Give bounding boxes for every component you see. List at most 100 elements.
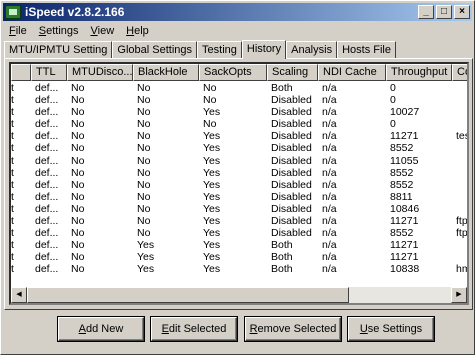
table-cell: No <box>137 166 151 179</box>
table-row[interactable]: t def... No No Yes Disabled n/a 11055 <box>11 154 467 167</box>
scroll-left-arrow-icon[interactable]: ◀ <box>11 287 27 303</box>
menu-settings[interactable]: Settings <box>33 25 85 37</box>
table-row[interactable]: t def... No No Yes Disabled n/a 8552 ftp.m <box>11 227 467 240</box>
close-button[interactable]: × <box>454 5 470 19</box>
table-cell: t <box>11 190 14 203</box>
tab-global-settings[interactable]: Global Settings <box>112 41 198 58</box>
table-cell: Yes <box>203 154 221 167</box>
table-row[interactable]: t def... No No No Disabled n/a 0 <box>11 118 467 131</box>
table-cell: def... <box>35 142 59 155</box>
scroll-thumb[interactable] <box>27 287 349 303</box>
table-cell: t <box>11 82 14 94</box>
edit-selected-label: dit Selected <box>168 323 227 335</box>
horizontal-scrollbar[interactable]: ◀ ▶ <box>11 287 467 303</box>
menu-bar: File Settings View Help <box>3 22 472 39</box>
menu-help[interactable]: Help <box>120 25 155 37</box>
column-header-7[interactable]: Throughput <box>386 64 452 81</box>
table-cell: Disabled <box>271 154 312 167</box>
menu-view[interactable]: View <box>85 25 121 37</box>
table-cell: t <box>11 263 14 276</box>
table-cell: n/a <box>322 154 337 167</box>
table-cell: No <box>71 82 85 94</box>
table-cell: 10838 <box>390 263 420 276</box>
minimize-button[interactable]: _ <box>418 5 434 19</box>
tab-mtu-ipmtu-setting[interactable]: MTU/IPMTU Setting <box>4 41 113 58</box>
table-cell: 11271 <box>390 130 419 143</box>
table-cell: t <box>11 251 14 264</box>
history-list[interactable]: TTL MTUDisco... BlackHole SackOpts Scaling ND… <box>9 62 469 305</box>
table-cell: t <box>11 215 14 228</box>
table-cell: t <box>11 239 14 252</box>
tab-hosts-file[interactable]: Hosts File <box>337 41 396 58</box>
table-cell: def... <box>35 215 59 228</box>
table-cell <box>452 106 467 118</box>
table-cell: Yes <box>203 190 221 203</box>
table-cell: Both <box>271 263 293 276</box>
table-row[interactable]: t def... No No No Both n/a 0 <box>11 82 467 94</box>
scroll-right-arrow-icon[interactable]: ▶ <box>451 287 467 303</box>
table-row[interactable]: t def... No Yes Yes Both n/a 11271 <box>11 239 467 252</box>
column-header-3[interactable]: BlackHole <box>133 64 199 81</box>
table-cell: 8811 <box>390 190 413 203</box>
column-header-4[interactable]: SackOpts <box>199 64 267 81</box>
edit-selected-button[interactable]: Edit Selected <box>151 317 237 341</box>
table-row[interactable]: t def... No No Yes Disabled n/a 11271 testir <box>11 130 469 143</box>
use-settings-button[interactable]: Use Settings <box>348 317 434 341</box>
menu-file-label: ile <box>15 24 27 37</box>
column-header-8[interactable]: Comm <box>452 64 467 81</box>
menu-file[interactable]: File <box>3 25 33 37</box>
table-cell: Yes <box>203 178 221 191</box>
table-cell: Both <box>271 239 293 252</box>
table-cell <box>452 142 467 154</box>
table-cell: No <box>137 130 151 143</box>
title-bar[interactable]: iSpeed v2.8.2.166 _ □ × <box>3 3 472 21</box>
maximize-button[interactable]: □ <box>436 5 452 19</box>
table-cell: Disabled <box>271 106 312 119</box>
table-cell: def... <box>35 251 59 264</box>
menu-settings-mnemonic: S <box>38 24 47 37</box>
table-cell: Yes <box>203 263 221 276</box>
table-cell: No <box>71 154 85 167</box>
scroll-track[interactable] <box>27 287 451 303</box>
table-row[interactable]: t def... No No Yes Disabled n/a 8552 <box>11 142 467 155</box>
column-header-5[interactable]: Scaling <box>267 64 318 81</box>
table-row[interactable]: t def... No No Yes Disabled n/a 8552 <box>11 178 467 191</box>
table-row[interactable]: t def... No Yes Yes Both n/a 11271 <box>11 251 467 264</box>
table-row[interactable]: t def... No No Yes Disabled n/a 11271 ftp.c <box>11 215 467 228</box>
table-row[interactable]: t def... No No No Disabled n/a 0 <box>11 94 467 106</box>
remove-selected-button[interactable]: Remove Selected <box>245 317 341 341</box>
table-cell: def... <box>35 106 59 119</box>
table-cell: def... <box>35 263 59 276</box>
table-row[interactable]: t def... No Yes Yes Both n/a 10838 hms. <box>11 263 467 276</box>
table-cell: Yes <box>203 142 221 155</box>
table-cell: No <box>71 215 85 228</box>
table-cell <box>452 251 467 263</box>
column-header-1[interactable]: TTL <box>31 64 67 81</box>
table-cell <box>452 155 467 167</box>
table-row[interactable]: t def... No No Yes Disabled n/a 8811 <box>11 190 467 203</box>
menu-view-mnemonic: V <box>90 24 98 37</box>
table-cell: No <box>203 118 217 131</box>
column-header-0[interactable] <box>11 64 31 81</box>
column-header-6[interactable]: NDI Cache <box>318 64 386 81</box>
column-header-2[interactable]: MTUDisco... <box>67 64 133 81</box>
table-row[interactable]: t def... No No Yes Disabled n/a 10846 <box>11 202 467 215</box>
table-cell: n/a <box>322 106 337 119</box>
tab-testing[interactable]: Testing <box>197 41 242 58</box>
table-cell: testir <box>456 130 469 143</box>
tab-history[interactable]: History <box>241 40 287 59</box>
table-cell: No <box>137 202 151 215</box>
app-icon[interactable] <box>5 5 21 19</box>
add-new-button[interactable]: Add New <box>58 317 144 341</box>
table-cell: n/a <box>322 190 337 203</box>
table-cell: def... <box>35 239 59 252</box>
table-cell: No <box>71 227 85 240</box>
table-cell: def... <box>35 82 59 94</box>
table-row[interactable]: t def... No No Yes Disabled n/a 8552 <box>11 166 467 179</box>
table-row[interactable]: t def... No No Yes Disabled n/a 10027 <box>11 106 467 119</box>
table-cell: No <box>137 154 151 167</box>
table-cell: 11271 <box>390 215 419 228</box>
tab-analysis[interactable]: Analysis <box>286 41 338 58</box>
add-new-mnemonic: A <box>78 323 87 335</box>
table-cell: 11055 <box>390 154 419 167</box>
